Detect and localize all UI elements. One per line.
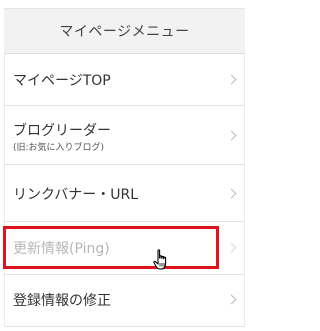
menu-item-label: リンクバナー・URL xyxy=(13,187,139,203)
menu-item-sublabel: (旧:お気に入りブログ) xyxy=(13,143,105,153)
menu-item-label: ブログリーダー xyxy=(13,123,111,139)
chevron-right-icon xyxy=(226,188,237,199)
chevron-right-icon xyxy=(226,130,237,141)
hand-pointer-cursor-icon xyxy=(153,249,167,270)
menu-item-mypage-top[interactable]: マイページTOP xyxy=(5,54,244,106)
menu-list: マイページTOP ブログリーダー (旧:お気に入りブログ) リンクバナー・URL… xyxy=(4,54,245,327)
menu-item-blog-reader[interactable]: ブログリーダー (旧:お気に入りブログ) xyxy=(5,106,244,165)
mypage-menu: マイページメニュー マイページTOP ブログリーダー (旧:お気に入りブログ) … xyxy=(0,0,256,331)
menu-item-label: 登録情報の修正 xyxy=(13,293,111,309)
menu-title: マイページメニュー xyxy=(4,8,245,54)
chevron-right-icon xyxy=(226,242,237,253)
highlight-box xyxy=(3,226,219,269)
chevron-right-icon xyxy=(226,74,237,85)
menu-item-edit-registration[interactable]: 登録情報の修正 xyxy=(5,275,244,327)
menu-item-link-banner-url[interactable]: リンクバナー・URL xyxy=(5,165,244,222)
menu-item-label: マイページTOP xyxy=(13,73,111,89)
chevron-right-icon xyxy=(226,294,237,305)
